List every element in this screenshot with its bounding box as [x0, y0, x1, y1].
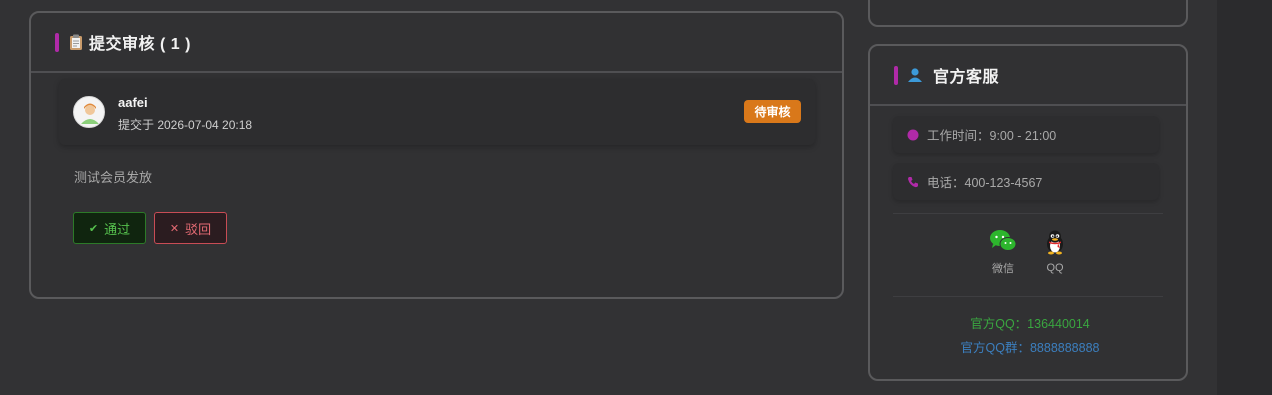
reject-button[interactable]: ✕ 驳回 — [154, 212, 227, 244]
wechat-label: 微信 — [992, 263, 1014, 275]
entry-username: aafei — [118, 95, 148, 110]
entry-note: 测试会员发放 — [74, 170, 153, 185]
qq-link[interactable]: QQ — [1035, 229, 1075, 274]
check-icon: ✔ — [88, 221, 99, 235]
accent-bar — [55, 32, 59, 52]
service-phone-text: 电话：400-123-4567 — [927, 176, 1043, 190]
reject-label: 驳回 — [185, 222, 212, 238]
service-phone-row: 电话：400-123-4567 — [893, 163, 1159, 200]
clipboard-icon — [68, 34, 84, 51]
user-avatar-icon — [81, 103, 99, 124]
qq-penguin-icon — [1047, 230, 1063, 255]
previous-card — [868, 0, 1188, 27]
close-icon: ✕ — [169, 221, 180, 235]
user-icon — [907, 67, 923, 84]
status-badge: 待审核 — [744, 100, 801, 123]
service-hours-row: 工作时间：9:00 - 21:00 — [893, 116, 1159, 153]
approve-label: 通过 — [104, 222, 131, 238]
service-card-header: 官方客服 — [870, 46, 1186, 106]
service-card: 官方客服 工作时间：9:00 - 21:00 电话：400-123-4567 微… — [868, 44, 1188, 381]
entry-submit-time: 提交于 2026-07-04 20:18 — [118, 118, 253, 132]
accent-bar — [894, 65, 898, 85]
dot-icon — [907, 129, 919, 141]
qq-label: QQ — [1046, 262, 1064, 274]
approve-button[interactable]: ✔ 通过 — [73, 212, 146, 244]
review-card-header: 提交审核 ( 1 ) — [31, 13, 842, 73]
service-card-title: 官方客服 — [933, 69, 1000, 86]
review-card-title: 提交审核 ( 1 ) — [89, 36, 191, 53]
divider — [893, 296, 1163, 297]
official-qq-group-link[interactable]: 官方QQ群：8888888888 — [870, 337, 1190, 356]
review-entry: aafei 提交于 2026-07-04 20:18 待审核 — [59, 79, 815, 145]
right-margin-strip — [1217, 0, 1272, 395]
wechat-link[interactable]: 微信 — [983, 229, 1023, 276]
avatar[interactable] — [73, 96, 105, 128]
wechat-icon — [990, 230, 1017, 251]
official-qq-link[interactable]: 官方QQ：136440014 — [870, 313, 1190, 332]
divider — [893, 213, 1163, 214]
phone-icon — [907, 176, 919, 188]
service-hours-text: 工作时间：9:00 - 21:00 — [927, 129, 1057, 143]
review-card: 提交审核 ( 1 ) aafei 提交于 2026-07-04 20:18 待审… — [29, 11, 844, 299]
